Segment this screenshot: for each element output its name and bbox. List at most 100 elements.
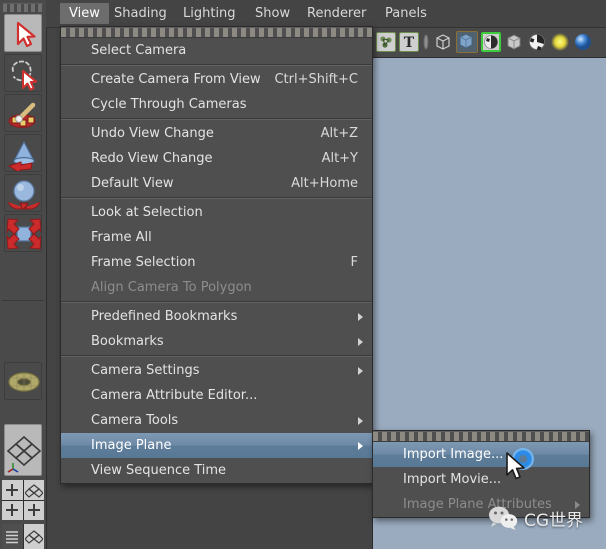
menu-item-accel: Alt+Z [320,126,358,141]
quick-layout-grid[interactable] [2,480,44,520]
plus-icon [6,483,19,496]
menu-item-bookmarks[interactable]: Bookmarks [61,329,372,354]
arrow-cursor-icon [16,21,36,48]
menu-item-label: View Sequence Time [91,463,227,478]
menu-item-label: Select Camera [91,43,187,58]
text-display-icon[interactable]: T [399,32,419,52]
bottom-layout-row[interactable] [2,524,44,549]
menu-separator [61,64,372,66]
image-plane-submenu: Import Image... Import Movie... Image Pl… [372,430,590,518]
menu-item-label: Predefined Bookmarks [91,309,238,324]
diamond-grid-icon [24,529,43,544]
menu-separator [61,118,372,120]
menu-separator [61,301,372,303]
menu-tearoff-handle[interactable] [61,27,372,38]
toolbox-divider [2,300,44,301]
menubar-item-view[interactable]: View [60,3,109,24]
toolbox-tearoff-handle[interactable] [3,3,43,12]
menu-item-accel: Alt+Y [321,151,358,166]
menu-item-label: Look at Selection [91,205,203,220]
menu-item-label: Image Plane Attributes [403,497,552,512]
menu-item-redo-view-change[interactable]: Redo View Change Alt+Y [61,146,372,171]
menu-item-look-at-selection[interactable]: Look at Selection [61,200,372,225]
tool-rotate[interactable] [4,174,42,212]
menu-item-label: Camera Attribute Editor... [91,388,258,403]
menu-item-label: Frame All [91,230,152,245]
menu-item-label: Undo View Change [91,126,214,141]
menu-item-select-camera[interactable]: Select Camera [61,38,372,63]
tool-last-used[interactable] [4,424,42,476]
layout-persp-button[interactable] [23,480,44,500]
light-bulb-icon[interactable] [550,32,570,52]
menu-separator [61,355,372,357]
menu-item-frame-selection[interactable]: Frame Selection F [61,250,372,275]
menubar-item-lighting[interactable]: Lighting [174,3,245,24]
menu-item-label: Import Movie... [403,472,502,487]
menu-item-label: Cycle Through Cameras [91,97,247,112]
tool-lasso-select[interactable] [4,54,42,92]
menu-item-camera-tools[interactable]: Camera Tools [61,408,372,433]
plus-icon [6,504,19,517]
plus-icon [27,504,40,517]
submenu-arrow-icon [358,441,363,450]
submenu-arrow-icon [575,500,580,509]
menu-item-label: Camera Tools [91,413,179,428]
tool-select[interactable] [4,14,42,52]
four-diamond-layout-icon [6,435,41,473]
menu-item-undo-view-change[interactable]: Undo View Change Alt+Z [61,121,372,146]
menu-item-import-movie[interactable]: Import Movie... [373,467,589,492]
layout-single-view-button[interactable] [2,480,23,500]
list-lines-icon [6,530,19,543]
menu-item-label: Default View [91,176,174,191]
menubar-item-show[interactable]: Show [246,3,299,24]
submenu-arrow-icon [358,366,363,375]
menu-item-camera-settings[interactable]: Camera Settings [61,358,372,383]
menu-item-import-image[interactable]: Import Image... [373,442,589,467]
flat-shade-icon[interactable] [504,32,524,52]
menu-item-label: Bookmarks [91,334,164,349]
menu-item-accel: F [350,255,358,270]
menu-item-frame-all[interactable]: Frame All [61,225,372,250]
diamond-grid-icon [24,483,43,498]
menu-item-align-camera-to-polygon: Align Camera To Polygon [61,275,372,300]
textured-view-icon[interactable] [376,32,396,52]
maya-viewport-window: T View Shading Lighting Show Renderer Pa… [0,0,606,549]
tool-paint-select[interactable] [4,94,42,132]
svg-text:T: T [404,35,415,51]
menu-item-predefined-bookmarks[interactable]: Predefined Bookmarks [61,304,372,329]
panel-menubar: View Shading Lighting Show Renderer Pane… [46,0,606,28]
submenu-arrow-icon [358,312,363,321]
menubar-item-renderer[interactable]: Renderer [298,3,375,24]
textured-sphere-icon[interactable] [527,32,547,52]
rotate-sphere-icon [7,180,41,211]
layout-persp-outliner-button[interactable] [23,524,44,549]
toolbox-sidebar [0,0,47,549]
move-cone-icon [7,140,35,171]
toolbar-separator [422,33,430,51]
menu-item-view-sequence-time[interactable]: View Sequence Time [61,458,372,483]
menubar-item-shading[interactable]: Shading [105,3,176,24]
shadow-sphere-icon[interactable] [573,32,593,52]
layout-four-pane-button[interactable] [23,500,44,520]
soft-mod-torus-icon [8,372,40,392]
tool-scale[interactable] [4,214,42,252]
layout-two-pane-button[interactable] [2,500,23,520]
smooth-shade-all-icon[interactable] [456,31,478,53]
view-dropdown-menu: Select Camera Create Camera From View Ct… [60,26,373,484]
submenu-tearoff-handle[interactable] [373,431,589,442]
lasso-select-icon [11,60,38,91]
menu-item-create-camera-from-view[interactable]: Create Camera From View Ctrl+Shift+C [61,67,372,92]
menu-item-cycle-through-cameras[interactable]: Cycle Through Cameras [61,92,372,117]
menu-item-image-plane[interactable]: Image Plane [61,433,372,458]
menu-item-accel: Ctrl+Shift+C [274,72,358,87]
menu-item-default-view[interactable]: Default View Alt+Home [61,171,372,196]
submenu-arrow-icon [358,416,363,425]
menu-item-label: Create Camera From View [91,72,261,87]
menubar-item-panels[interactable]: Panels [376,3,436,24]
layout-outliner-button[interactable] [2,524,23,549]
menu-item-camera-attribute-editor[interactable]: Camera Attribute Editor... [61,383,372,408]
smooth-shade-selected-icon[interactable] [481,32,501,52]
tool-soft-modification[interactable] [4,362,42,400]
tool-move[interactable] [4,134,42,172]
wireframe-shading-icon[interactable] [433,32,453,52]
